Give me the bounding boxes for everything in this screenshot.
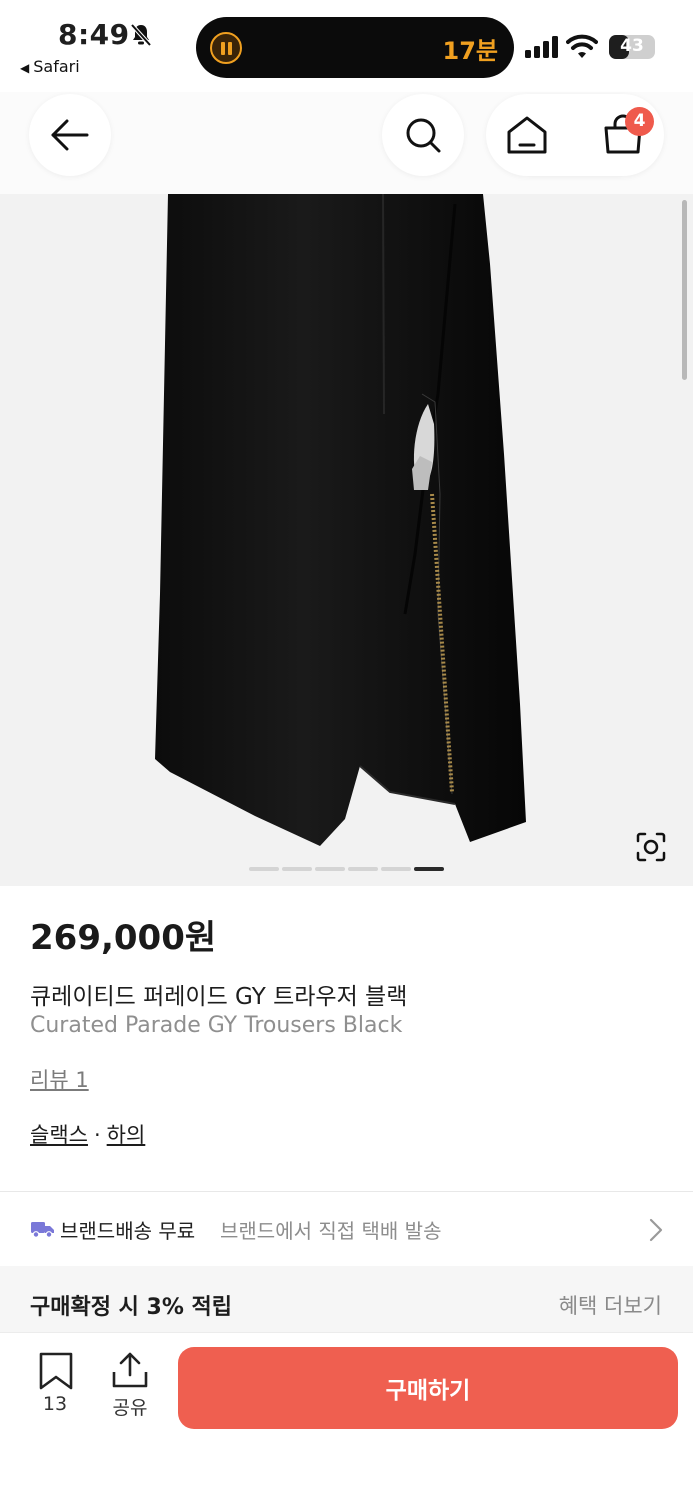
wifi-icon [566,34,598,58]
product-price: 269,000원 [30,918,217,958]
back-triangle-icon: ◀ [20,61,30,75]
cart-count-badge: 4 [625,107,654,136]
battery-indicator: 43 [609,35,655,59]
category-separator: · [93,1123,101,1147]
category-link-slacks[interactable]: 슬랙스 [30,1123,88,1147]
image-search-icon[interactable] [630,826,672,868]
product-image-carousel[interactable] [0,194,693,886]
back-app-label: Safari [33,57,80,76]
carousel-dot[interactable] [282,867,312,871]
points-reward-label: 구매확정 시 3% 적립 [30,1295,233,1320]
category-breadcrumb: 슬랙스 · 하의 [30,1119,145,1149]
carousel-dot[interactable] [249,867,279,871]
bottom-action-bar: 13 공유 구매하기 [0,1332,693,1500]
bookmark-count: 13 [42,1393,68,1415]
carousel-dot[interactable] [381,867,411,871]
pause-icon [210,32,242,64]
share-icon[interactable] [110,1350,150,1390]
battery-percent: 43 [620,36,644,56]
buy-button[interactable]: 구매하기 [178,1347,678,1429]
shopping-bag-icon[interactable] [582,94,664,176]
product-name-english: Curated Parade GY Trousers Black [30,1013,403,1038]
back-to-app-link[interactable]: ◀ Safari [20,57,80,76]
status-time: 8:49 [58,18,130,51]
home-icon[interactable] [486,94,568,176]
more-benefits-link[interactable]: 혜택 더보기 [559,1290,662,1320]
carousel-dot[interactable] [414,867,444,871]
back-button[interactable] [29,94,111,176]
page-scrollbar[interactable] [682,200,687,380]
product-name-korean: 큐레이티드 퍼레이드 GY 트라우저 블랙 [30,984,408,1010]
bookmark-icon[interactable] [36,1351,76,1391]
shipping-info-row[interactable]: 브랜드배송 무료 브랜드에서 직접 택배 발송 [0,1192,693,1266]
cellular-signal-icon [525,36,558,58]
top-navigation [0,92,693,194]
carousel-indicator [249,867,444,873]
carousel-dot[interactable] [315,867,345,871]
status-bar: 8:49 ◀ Safari 17분 43 [0,0,693,92]
arrow-left-icon [51,119,89,151]
truck-icon [31,1222,54,1238]
category-link-bottoms[interactable]: 하의 [107,1123,146,1147]
carousel-dot[interactable] [348,867,378,871]
shipping-description: 브랜드에서 직접 택배 발송 [220,1219,442,1243]
purchase-benefit-row[interactable]: 구매확정 시 3% 적립 혜택 더보기 [0,1266,693,1332]
search-icon [406,118,441,153]
chevron-right-icon [649,1218,663,1242]
review-link[interactable]: 리뷰 1 [30,1064,89,1094]
island-timer: 17분 [442,37,498,65]
share-label: 공유 [112,1397,148,1419]
shipping-free-label: 브랜드배송 무료 [60,1219,196,1243]
dynamic-island[interactable]: 17분 [196,17,514,78]
bell-muted-icon [130,23,152,47]
search-button[interactable] [382,94,464,176]
product-photo [155,194,526,846]
